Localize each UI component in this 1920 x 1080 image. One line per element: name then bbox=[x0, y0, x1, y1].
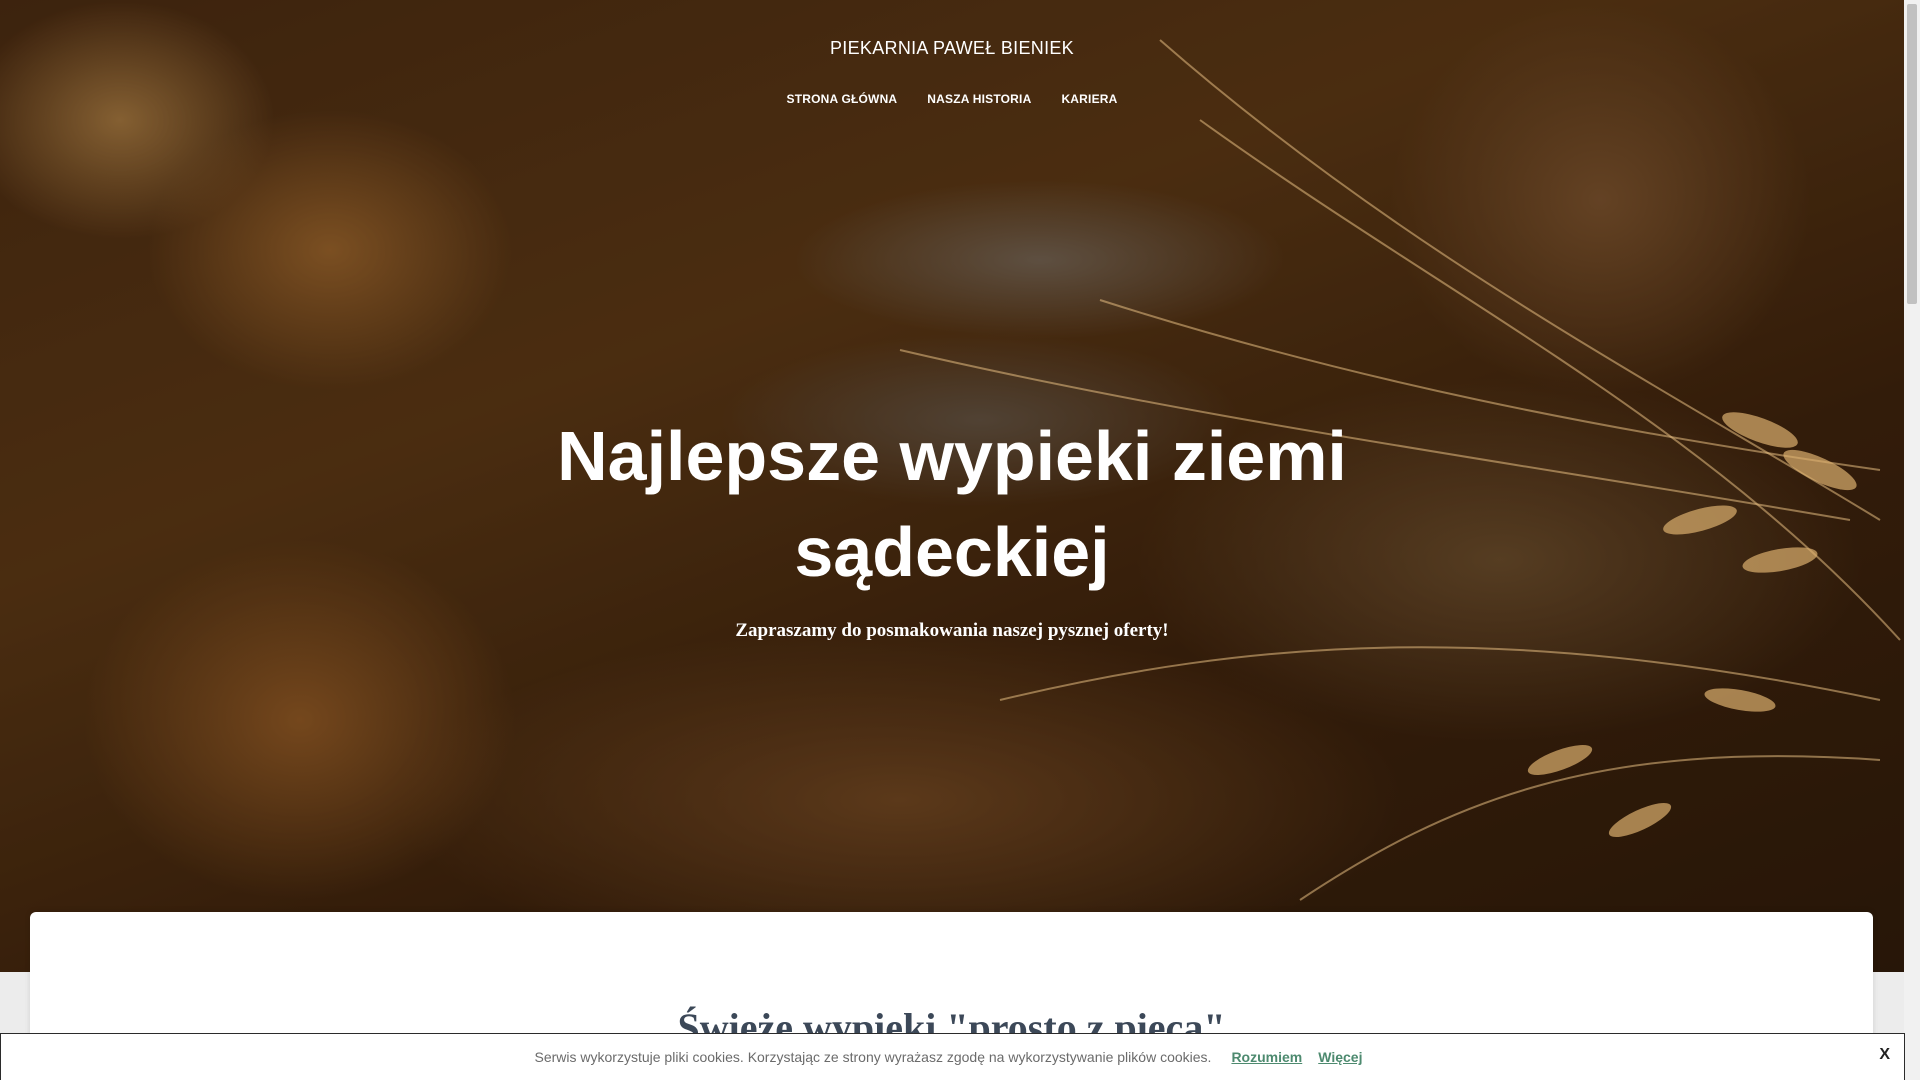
main-nav: STRONA GŁÓWNA NASZA HISTORIA KARIERA bbox=[0, 92, 1904, 106]
nav-item-history[interactable]: NASZA HISTORIA bbox=[927, 92, 1031, 106]
cookie-text: Serwis wykorzystuje pliki cookies. Korzy… bbox=[534, 1049, 1212, 1065]
scrollbar-thumb[interactable] bbox=[1907, 4, 1917, 304]
cookie-bar: Serwis wykorzystuje pliki cookies. Korzy… bbox=[0, 1033, 1905, 1080]
site-title[interactable]: PIEKARNIA PAWEŁ BIENIEK bbox=[0, 38, 1904, 59]
cookie-more-link[interactable]: Więcej bbox=[1318, 1049, 1362, 1065]
page: PIEKARNIA PAWEŁ BIENIEK STRONA GŁÓWNA NA… bbox=[0, 0, 1920, 1080]
cookie-accept-link[interactable]: Rozumiem bbox=[1231, 1049, 1302, 1065]
scrollbar[interactable] bbox=[1904, 0, 1920, 1080]
hero-headline: Najlepsze wypieki ziemi sądeckiej bbox=[557, 417, 1347, 591]
hero-subtitle: Zapraszamy do posmakowania naszej pyszne… bbox=[735, 620, 1169, 641]
nav-item-career[interactable]: KARIERA bbox=[1061, 92, 1117, 106]
nav-item-home[interactable]: STRONA GŁÓWNA bbox=[786, 92, 897, 106]
close-icon[interactable]: X bbox=[1879, 1046, 1890, 1064]
